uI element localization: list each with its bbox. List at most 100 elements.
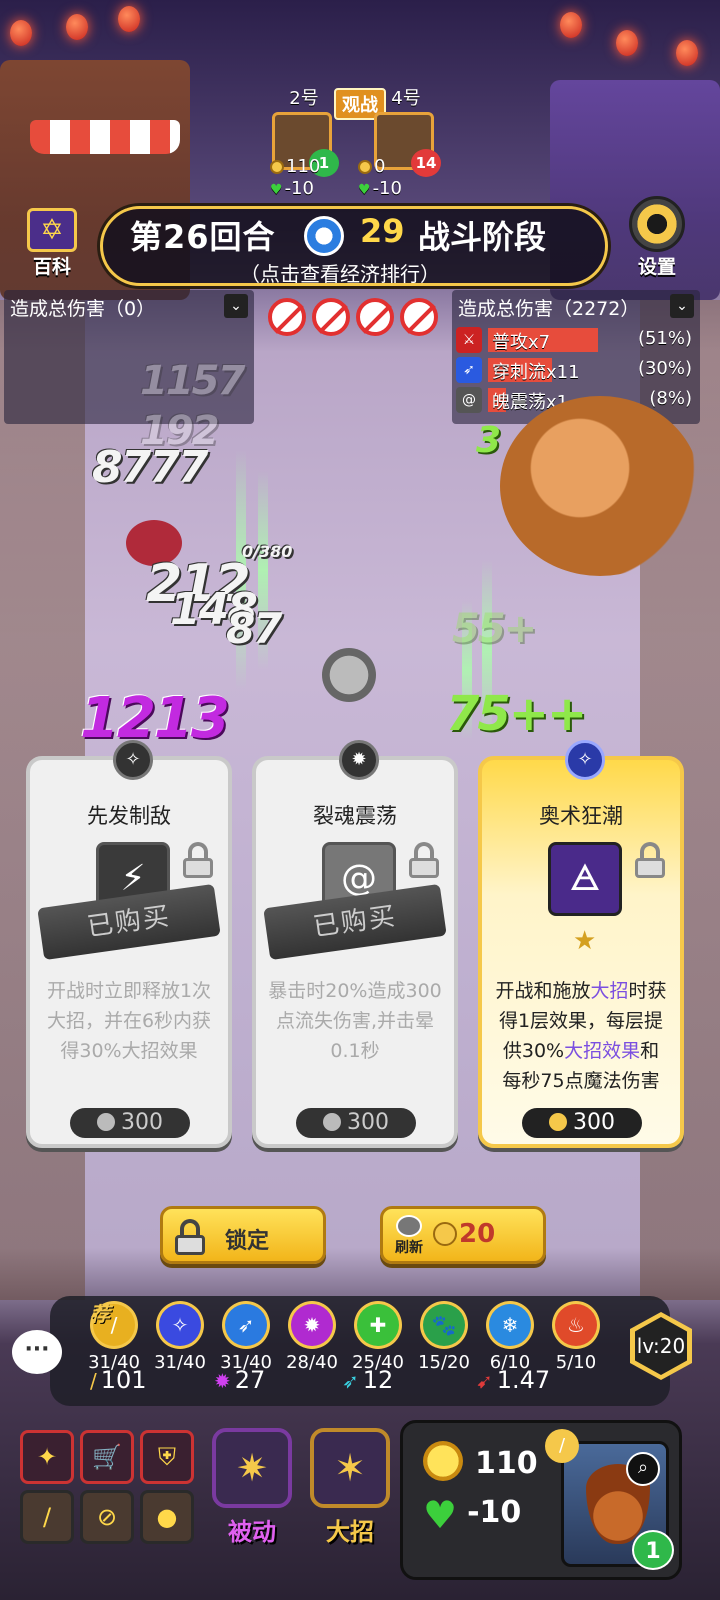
- heal-icon: ✚: [357, 1304, 399, 1346]
- chat-button[interactable]: ···: [12, 1330, 62, 1374]
- fire-icon: ♨: [555, 1304, 597, 1346]
- hero-portrait[interactable]: 1 ⌕: [561, 1441, 674, 1570]
- racket-icon: ⊘: [96, 1503, 118, 1531]
- refresh-shop-button[interactable]: 刷新 20: [380, 1206, 546, 1264]
- economy-ranking-hint[interactable]: （点击查看经济排行）: [240, 258, 440, 287]
- synergy-item[interactable]: ❄ 6/10: [480, 1304, 540, 1373]
- coin-icon: [423, 1441, 463, 1481]
- desc-text: 开战和施放: [495, 980, 591, 1002]
- lock-icon[interactable]: [182, 842, 214, 878]
- gold-value: 110: [475, 1446, 538, 1481]
- arcane-icon: ✧: [113, 740, 153, 780]
- search-icon[interactable]: ⌕: [626, 1452, 660, 1486]
- burst-value: 27: [234, 1366, 266, 1394]
- synergy-item[interactable]: ➶ 31/40: [216, 1304, 276, 1373]
- passive-skill-icon: ✷: [212, 1428, 292, 1508]
- pierce-stat: ➶ 12: [342, 1366, 393, 1394]
- ultimate-skill-icon: ✶: [310, 1428, 390, 1508]
- book-icon: ✡: [27, 208, 77, 252]
- heart-icon: ♥: [270, 182, 283, 198]
- boss-enemy: [500, 396, 700, 576]
- encyclopedia-button[interactable]: ✡ 百科: [20, 208, 84, 278]
- pierce-value: 12: [362, 1366, 394, 1394]
- passive-label: 被动: [228, 1518, 276, 1546]
- weapon-slot-button[interactable]: /: [20, 1490, 74, 1544]
- sword-icon: /: [42, 1503, 52, 1531]
- price-value: 300: [347, 1110, 389, 1135]
- attack-stat: /101: [90, 1366, 147, 1394]
- ultimate-button[interactable]: ✶ 大招: [308, 1428, 392, 1547]
- settings-label: 设置: [637, 256, 676, 278]
- sword-icon: ⚔: [456, 327, 482, 353]
- chevron-down-icon[interactable]: ⌄: [670, 294, 694, 318]
- card-price: 300: [70, 1108, 190, 1138]
- wizard-hat-icon: 🜁: [548, 842, 622, 916]
- ban-icon: [268, 298, 306, 336]
- refresh-cost-value: 20: [459, 1219, 496, 1249]
- heal-number: 75++: [446, 686, 587, 742]
- lantern-decoration: [676, 40, 698, 66]
- passive-button[interactable]: ✷ 被动: [210, 1428, 294, 1547]
- synergy-count: 28/40: [286, 1352, 338, 1373]
- shop-cart-button[interactable]: 🛒: [80, 1430, 134, 1484]
- card-description: 暴击时20%造成300点流失伤害,并击晕0.1秒: [268, 980, 442, 1062]
- skill-slot-button[interactable]: ✦: [20, 1430, 74, 1484]
- pierce-icon: ➶: [225, 1304, 267, 1346]
- lock-shop-button[interactable]: 锁定: [160, 1206, 326, 1264]
- synergy-item[interactable]: ✹ 28/40: [282, 1304, 342, 1373]
- lock-icon: [175, 1219, 205, 1255]
- damage-percent: (8%): [649, 388, 692, 409]
- hp-counter: 0/380: [242, 542, 293, 561]
- gold-value: 0: [374, 156, 386, 177]
- racket-slot-button[interactable]: ⊘: [80, 1490, 134, 1544]
- card-title: 奥术狂潮: [539, 804, 623, 828]
- refresh-icon: 刷新: [391, 1215, 427, 1257]
- coin-icon: [323, 1113, 341, 1131]
- arcane-icon: ✧: [565, 740, 605, 780]
- swirl-icon: @: [456, 387, 482, 413]
- shop-card[interactable]: ✧ 奥术狂潮 🜁 ★ 开战和施放大招时获得1层效果，每层提供30%大招效果和每秒…: [478, 740, 684, 1148]
- shop-card[interactable]: ✧ 先发制敌 ⚡ 已购买 开战时立即释放1次大招，并在6秒内获得30%大招效果 …: [26, 740, 232, 1148]
- coin-icon: [270, 160, 284, 174]
- pierce-icon: ➶: [456, 357, 482, 383]
- damage-number: 1213: [80, 686, 230, 751]
- hp-change: -10: [284, 178, 314, 199]
- frost-icon: ❄: [489, 1304, 531, 1346]
- card-price: 300: [296, 1108, 416, 1138]
- paw-icon: 🐾: [423, 1304, 465, 1346]
- synergy-item[interactable]: 🐾 15/20: [414, 1304, 474, 1373]
- settings-button[interactable]: 设置: [622, 196, 692, 278]
- chevron-down-icon[interactable]: ⌄: [224, 294, 248, 318]
- shop-card[interactable]: ✹ 裂魂震荡 @ 已购买 暴击时20%造成300点流失伤害,并击晕0.1秒 30…: [252, 740, 458, 1148]
- star-icon: ★: [573, 926, 597, 956]
- hp-change: -10: [467, 1495, 522, 1530]
- synergy-item[interactable]: ✚ 25/40: [348, 1304, 408, 1373]
- coin-icon: [358, 160, 372, 174]
- lock-icon[interactable]: [634, 842, 666, 878]
- lantern-decoration: [10, 20, 32, 46]
- damage-number: 8777: [92, 442, 208, 493]
- speed-stat: ➹ 1.47: [476, 1366, 550, 1394]
- gear-icon: [629, 196, 685, 252]
- damage-percent: (51%): [637, 328, 692, 349]
- price-value: 300: [121, 1110, 163, 1135]
- synergy-item[interactable]: ✧ 31/40: [150, 1304, 210, 1373]
- lock-icon[interactable]: [408, 842, 440, 878]
- heart-icon: ♥: [423, 1493, 458, 1537]
- synergy-count: 5/10: [555, 1352, 597, 1373]
- lock-label: 锁定: [225, 1229, 270, 1254]
- card-description: 开战和施放大招时获得1层效果，每层提供30%大招效果和每秒75点魔法伤害: [494, 976, 668, 1096]
- attack-value: 101: [100, 1366, 147, 1394]
- ball-slot-button[interactable]: ●: [140, 1490, 194, 1544]
- armor-icon: ⛨: [158, 1443, 176, 1471]
- ultimate-label: 大招: [326, 1518, 374, 1546]
- armor-button[interactable]: ⛨: [140, 1430, 194, 1484]
- speed-icon: ➹: [476, 1369, 493, 1393]
- resource-panel: 110 ♥ -10 1 ⌕ /: [400, 1420, 682, 1580]
- countdown-timer: 29: [360, 212, 405, 250]
- sword-icon: /: [90, 1369, 97, 1393]
- damage-source: 穿刺流x11: [492, 362, 580, 383]
- desc-highlight: 大招: [590, 980, 629, 1002]
- coin-icon: [549, 1113, 567, 1131]
- synergy-item[interactable]: ♨ 5/10: [546, 1304, 606, 1373]
